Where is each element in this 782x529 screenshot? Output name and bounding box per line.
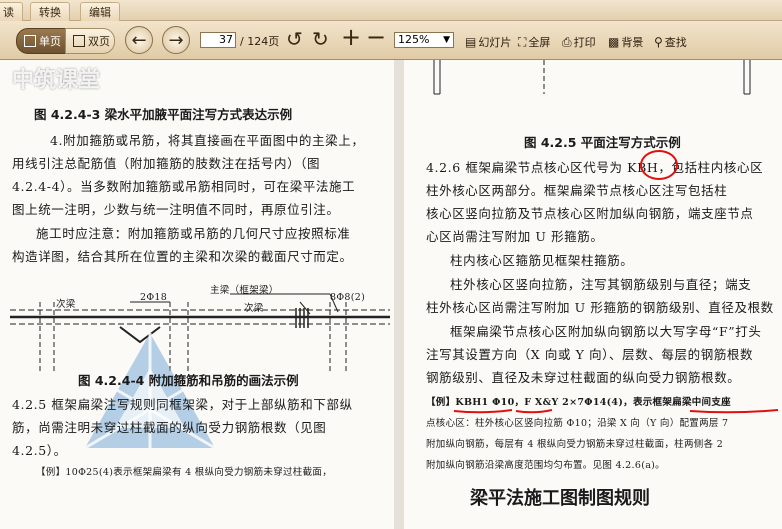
example-line: 【例】10Φ25(4)表示框架扁梁有 4 根纵向受力钢筋未穿过柱截面， — [36, 467, 333, 478]
para3-line: 4.2.5）。 — [12, 443, 67, 458]
body-line: 4.2.6 框架扁梁节点核心区代号为 KBH，包括柱内核心区 — [426, 160, 764, 175]
print-button[interactable]: ⎙ 打印 — [562, 34, 596, 50]
document-view[interactable]: 图 4.2.4-3 梁水平加腋平面注写方式表达示例 4.附加箍筋或吊筋，将其直接… — [0, 60, 782, 529]
para1-line: 图上统一注明，少数与统一注明值不同时，再原位引注。 — [12, 202, 340, 217]
fullscreen-label: 全屏 — [528, 36, 551, 49]
left-page: 图 4.2.4-3 梁水平加腋平面注写方式表达示例 4.附加箍筋或吊筋，将其直接… — [0, 60, 394, 529]
find-label: 查找 — [664, 36, 687, 49]
page-number-input[interactable]: 37 — [200, 32, 236, 48]
body-line: 核心区竖向拉筋及节点核心区附加纵向钢筋，端支座节点 — [426, 206, 754, 221]
arrow-right-icon: → — [168, 29, 184, 51]
page-total: / 124页 — [240, 35, 280, 48]
prev-page-button[interactable]: ← — [125, 26, 153, 54]
example-line: 附加纵向钢筋沿梁高度范围均匀布置。见图 4.2.6(a)。 — [426, 460, 665, 471]
single-page-label: 单页 — [39, 35, 61, 48]
fullscreen-icon: ⛶ — [518, 34, 527, 49]
slideshow-label: 幻灯片 — [478, 36, 512, 49]
zoom-select[interactable]: 125% ▼ — [394, 32, 454, 48]
single-page-button[interactable]: 单页 — [16, 28, 66, 54]
top-figure-fragment — [433, 60, 751, 95]
sub-beam-right-label: 次梁 — [244, 303, 264, 314]
slideshow-icon: ▤ — [465, 35, 477, 49]
arrow-left-icon: ← — [131, 29, 147, 51]
body-line: 柱内核心区箍筋见框架柱箍筋。 — [450, 253, 634, 268]
menu-convert[interactable]: 转换 — [30, 2, 70, 22]
body-line: 柱外核心区两部分。框架扁梁节点核心区注写包括柱 — [426, 183, 728, 198]
body-line: 钢筋级别、直径及未穿过柱截面的纵向受力钢筋根数。 — [426, 370, 741, 385]
zoom-value: 125% — [398, 33, 430, 46]
print-label: 打印 — [573, 36, 596, 49]
red-circle-annotation — [640, 150, 678, 180]
search-icon: ⚲ — [654, 35, 663, 49]
sub-beam-left-label: 次梁 — [56, 299, 76, 310]
para2-line: 施工时应注意：附加箍筋或吊筋的几何尺寸应按照标准 — [36, 226, 351, 241]
watermark-logo-text: 中筑课堂 — [12, 68, 101, 93]
background-label: 背景 — [621, 36, 644, 49]
main-beam-label: 主梁（框架梁） — [210, 285, 279, 296]
rotate-right-icon[interactable]: ↻ — [312, 29, 329, 49]
toolbar: 单页 双页 ← → 37 / 124页 ↺ ↻ + − 125% ▼ ▤ 幻灯片… — [0, 21, 782, 60]
background-icon: ▩ — [608, 35, 620, 49]
para3-line: 4.2.5 框架扁梁注写规则同框架梁，对于上部纵筋和下部纵 — [12, 397, 353, 412]
zoom-out-icon[interactable]: − — [366, 25, 386, 49]
fullscreen-button[interactable]: ⛶ 全屏 — [518, 34, 550, 50]
example-line: 附加纵向钢筋，每层有 4 根纵向受力钢筋未穿过柱截面，柱两侧各 2 — [426, 439, 724, 450]
menu-bar: 读 转换 编辑 — [0, 0, 782, 22]
find-button[interactable]: ⚲ 查找 — [654, 34, 687, 50]
menu-edit[interactable]: 编辑 — [80, 2, 120, 22]
example-line: 点核心区：柱外核心区竖向拉筋 Φ10；沿梁 X 向（Y 向）配置两层 7 — [426, 418, 729, 429]
single-page-icon — [24, 35, 36, 47]
figure-title-top: 图 4.2.4-3 梁水平加腋平面注写方式表达示例 — [34, 107, 293, 122]
right-page: 图 4.2.5 平面注写方式示例 4.2.6 框架扁梁节点核心区代号为 KBH，… — [404, 60, 782, 529]
body-line: 柱外核心区竖向拉筋，注写其钢筋级别与直径；端支 — [450, 277, 752, 292]
rotate-left-icon[interactable]: ↺ — [286, 29, 303, 49]
background-button[interactable]: ▩ 背景 — [608, 34, 643, 50]
double-page-button[interactable]: 双页 — [65, 28, 115, 54]
body-line: 心区尚需注写附加 U 形箍筋。 — [426, 229, 604, 244]
para1-line: 4.2.4-4）。当多数附加箍筋或吊筋相同时，可在梁平法施工 — [12, 179, 356, 194]
red-underline-annotation — [453, 409, 779, 414]
para1-line: 4.附加箍筋或吊筋，将其直接画在平面图中的主梁上， — [50, 133, 365, 148]
bar-left-label: 2Φ18 — [140, 292, 168, 303]
double-page-label: 双页 — [88, 35, 110, 48]
para1-line: 用线引注总配筋值（附加箍筋的肢数注在括号内）（图 — [12, 156, 321, 171]
printer-icon: ⎙ — [562, 34, 572, 49]
body-line: 框架扁梁节点核心区附加纵向钢筋以大写字母“F”打头 — [450, 324, 762, 339]
figure-title-bottom: 图 4.2.4-4 附加箍筋和吊筋的画法示例 — [78, 373, 299, 388]
figure-title: 图 4.2.5 平面注写方式示例 — [524, 135, 681, 150]
menu-read[interactable]: 读 — [0, 2, 23, 22]
page-gutter — [394, 60, 404, 529]
body-line: 柱外核心区尚需注写附加 U 形箍筋的钢筋级别、直径及根数 — [426, 300, 774, 315]
zoom-in-icon[interactable]: + — [341, 25, 361, 49]
chevron-down-icon: ▼ — [443, 35, 450, 45]
bottom-heading: 梁平法施工图制图规则 — [470, 488, 650, 509]
slideshow-button[interactable]: ▤ 幻灯片 — [465, 34, 511, 50]
next-page-button[interactable]: → — [162, 26, 190, 54]
double-page-icon — [73, 35, 85, 47]
para2-line: 构造详图，结合其所在位置的主梁和次梁的截面尺寸而定。 — [12, 249, 353, 264]
body-line: 注写其设置方向（X 向或 Y 向）、层数、每层的钢筋根数 — [426, 347, 754, 362]
para3-line: 筋，尚需注明未穿过柱截面的纵向受力钢筋根数（见图 — [12, 420, 327, 435]
bar-right-label: 8Φ8(2) — [330, 292, 366, 303]
